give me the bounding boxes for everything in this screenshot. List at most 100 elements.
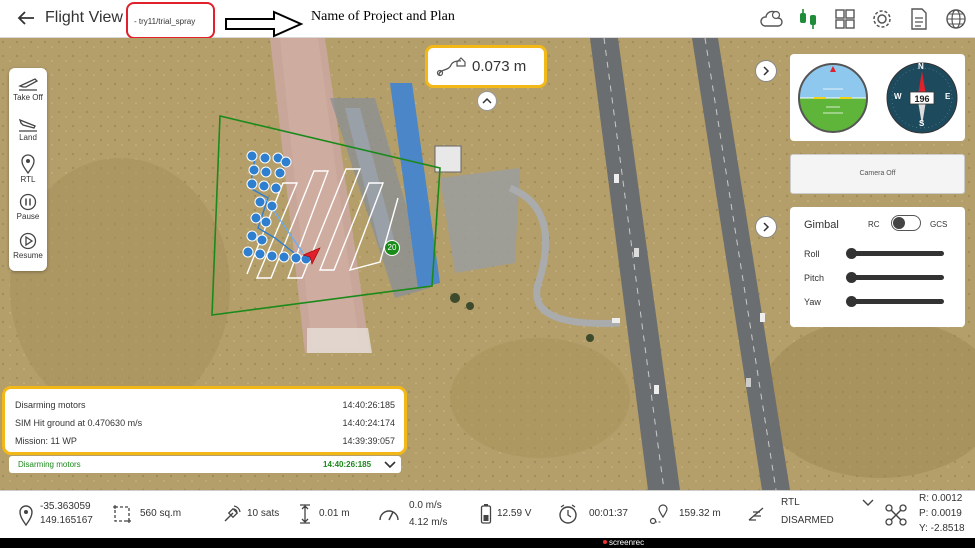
settings-gear-icon[interactable] — [869, 6, 895, 32]
gimbal-yaw-handle[interactable] — [846, 296, 857, 307]
latest-status-time: 14:40:26:185 — [323, 460, 372, 469]
ground-speed-value: 4.12 m/s — [409, 517, 448, 528]
message-log-panel: Disarming motors 14:40:26:185 SIM Hit gr… — [2, 386, 407, 455]
home-distance-value: 159.32 m — [679, 508, 721, 519]
vehicle-position-icon — [302, 247, 321, 265]
recorder-strip — [0, 538, 975, 548]
instruments-panel: 196 N S W E — [790, 54, 965, 141]
pause-icon — [19, 193, 37, 211]
waypoint-badge[interactable]: 20 — [384, 240, 400, 256]
pause-button[interactable]: Pause — [9, 193, 47, 221]
altitude-distance-value: 0.073 m — [472, 58, 527, 75]
annotation-text: Name of Project and Plan — [311, 9, 455, 24]
altitude-icon — [300, 504, 310, 524]
resume-icon — [19, 232, 37, 250]
log-entry: Mission: 11 WP 14:39:39:057 — [15, 436, 395, 446]
yaw-value: Y: -2.8518 — [919, 523, 965, 534]
chevron-down-icon[interactable] — [383, 458, 397, 470]
log-time: 14:40:24:174 — [342, 418, 395, 428]
flight-time-value: 00:01:37 — [589, 508, 628, 519]
flight-view-screen: Flight View - try11/trial_spray Name of … — [0, 0, 975, 548]
compass-w-label: W — [894, 92, 902, 101]
compass-s-label: S — [919, 119, 925, 128]
land-button[interactable]: Land — [9, 116, 47, 142]
camera-status-panel[interactable]: Camera Off — [790, 154, 965, 194]
gimbal-pitch-slider[interactable] — [848, 275, 944, 280]
rtl-button[interactable]: RTL — [9, 154, 47, 184]
speedometer-icon — [379, 510, 399, 521]
battery-icon — [480, 504, 492, 524]
takeoff-icon — [18, 78, 39, 91]
satellite-count: 10 sats — [247, 508, 280, 519]
log-entry: Disarming motors 14:40:26:185 — [15, 400, 395, 410]
gimbal-roll-handle[interactable] — [846, 248, 857, 259]
gimbal-roll-slider[interactable] — [848, 251, 944, 256]
arm-state-value: DISARMED — [781, 515, 834, 526]
roll-value: R: 0.0012 — [919, 493, 963, 504]
screenrec-label: screenrec — [609, 538, 645, 547]
latest-status-message: Disarming motors — [18, 460, 81, 469]
latest-status-bar[interactable]: Disarming motors 14:40:26:185 — [9, 456, 401, 473]
latitude-value: -35.363059 — [40, 501, 91, 512]
header-toolbar — [758, 6, 969, 32]
page-title: Flight View — [45, 9, 123, 26]
flight-mode-icon — [748, 507, 764, 521]
back-arrow-icon[interactable] — [16, 8, 38, 30]
gimbal-gcs-label: GCS — [930, 220, 948, 229]
plan-name-label: - try11/trial_spray — [126, 2, 215, 39]
altitude-value: 0.01 m — [319, 508, 350, 519]
expand-instruments-button[interactable] — [755, 60, 777, 82]
vertical-speed-value: 0.0 m/s — [409, 500, 442, 511]
flight-controls-panel: Take Off Land RTL Pause Resume — [9, 68, 47, 271]
gimbal-pitch-label: Pitch — [804, 273, 825, 283]
drone-icon — [885, 504, 907, 526]
attitude-indicator — [798, 63, 868, 133]
telemetry-bar: -35.363059 149.165167 560 sq.m 10 sats 0… — [0, 490, 975, 538]
battery-voltage: 12.59 V — [497, 508, 532, 519]
collapse-chevron-up-button[interactable] — [477, 91, 497, 111]
log-message: Disarming motors — [15, 400, 86, 410]
screenrec-watermark: screenrec — [603, 538, 665, 548]
gimbal-yaw-slider[interactable] — [848, 299, 944, 304]
log-entry: SIM Hit ground at 0.470630 m/s 14:40:24:… — [15, 418, 395, 428]
home-distance-icon — [649, 504, 668, 525]
compass-heading-value: 196 — [914, 94, 930, 104]
area-icon — [113, 505, 131, 523]
document-icon[interactable] — [906, 6, 932, 32]
connection-icon[interactable] — [795, 6, 821, 32]
weather-cloud-icon[interactable] — [758, 6, 784, 32]
layout-icon[interactable] — [832, 6, 858, 32]
chevron-right-icon — [763, 222, 770, 232]
satellite-icon — [224, 505, 241, 522]
land-icon — [18, 118, 37, 132]
chevron-right-icon — [763, 66, 770, 76]
gimbal-title: Gimbal — [804, 219, 839, 231]
annotation-arrow-icon — [225, 10, 304, 38]
compass-n-label: N — [918, 62, 924, 71]
gimbal-roll-label: Roll — [804, 249, 820, 259]
globe-icon[interactable] — [943, 6, 969, 32]
expand-gimbal-button[interactable] — [755, 216, 777, 238]
log-time: 14:40:26:185 — [342, 400, 395, 410]
mode-dropdown-chevron-icon[interactable] — [862, 498, 874, 506]
resume-button[interactable]: Resume — [9, 232, 47, 260]
toggle-knob — [893, 217, 905, 229]
log-message: SIM Hit ground at 0.470630 m/s — [15, 418, 143, 428]
flight-mode-value: RTL — [781, 497, 800, 508]
gimbal-pitch-handle[interactable] — [846, 272, 857, 283]
gimbal-yaw-label: Yaw — [804, 297, 821, 307]
flight-timer-icon — [559, 504, 577, 524]
pitch-value: P: 0.0019 — [919, 508, 962, 519]
gimbal-control-toggle[interactable] — [891, 215, 921, 231]
home-route-icon — [436, 57, 466, 77]
home-distance-readout: 0.073 m — [425, 45, 547, 88]
log-time: 14:39:39:057 — [342, 436, 395, 446]
log-message: Mission: 11 WP — [15, 436, 77, 446]
gimbal-panel: Gimbal RC GCS Roll Pitch Yaw — [790, 207, 965, 327]
compass-e-label: E — [945, 92, 951, 101]
takeoff-button[interactable]: Take Off — [9, 76, 47, 102]
chevron-up-icon — [482, 97, 492, 104]
top-header: Flight View - try11/trial_spray Name of … — [0, 0, 975, 39]
rtl-pin-icon — [21, 154, 35, 174]
gimbal-rc-label: RC — [868, 220, 880, 229]
